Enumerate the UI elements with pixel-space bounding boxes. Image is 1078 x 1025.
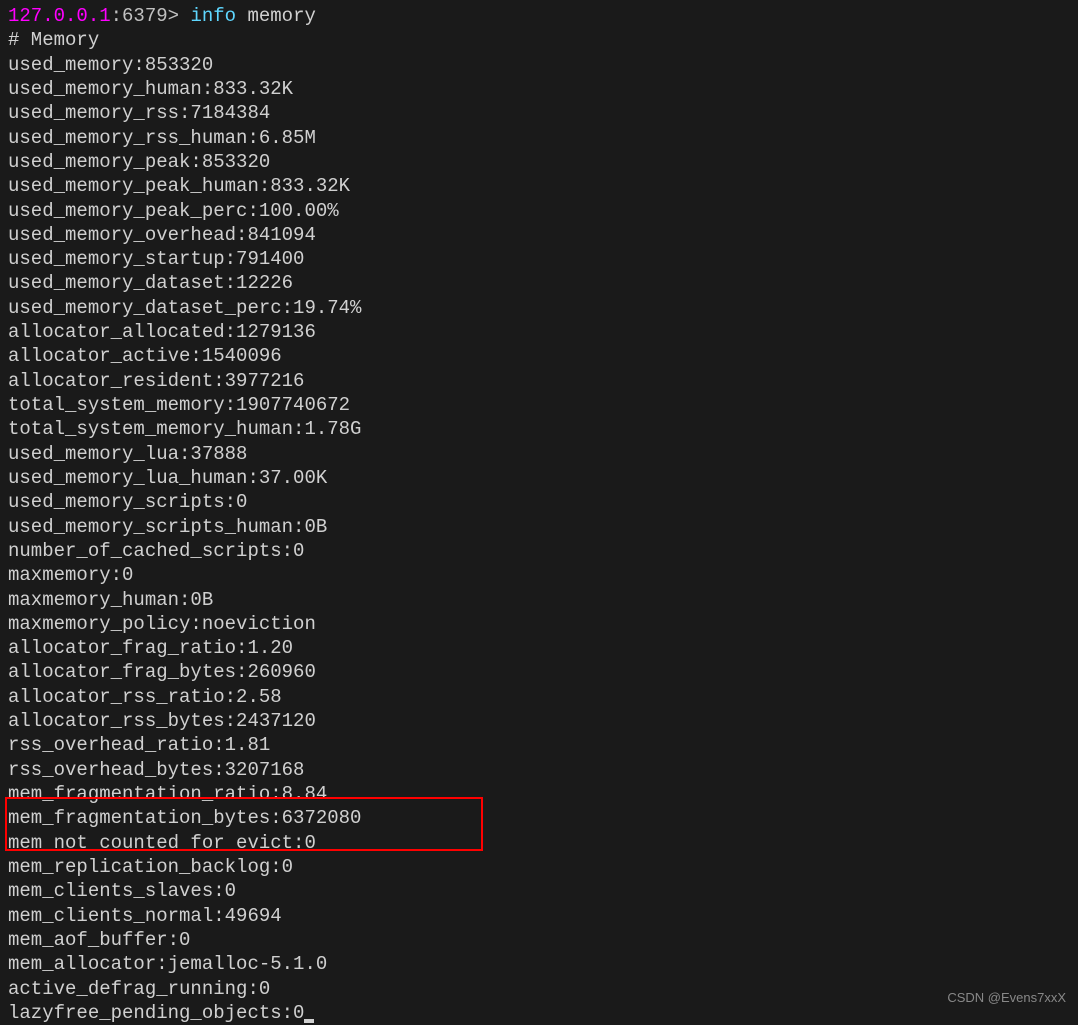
output-line: mem_fragmentation_bytes:6372080: [8, 807, 361, 829]
output-line: mem_fragmentation_ratio:8.84: [8, 783, 327, 805]
output-line: rss_overhead_bytes:3207168: [8, 759, 304, 781]
prompt-port: :6379: [111, 5, 168, 27]
output-line: used_memory_scripts:0: [8, 491, 247, 513]
command-arg: memory: [236, 5, 316, 27]
output-header: # Memory: [8, 29, 99, 51]
output-line: used_memory_rss:7184384: [8, 102, 270, 124]
output-line: used_memory:853320: [8, 54, 213, 76]
output-line: allocator_allocated:1279136: [8, 321, 316, 343]
output-line: used_memory_lua:37888: [8, 443, 247, 465]
output-line: maxmemory:0: [8, 564, 133, 586]
output-line: used_memory_dataset:12226: [8, 272, 293, 294]
output-line: maxmemory_policy:noeviction: [8, 613, 316, 635]
output-line: allocator_active:1540096: [8, 345, 282, 367]
output-line: allocator_rss_bytes:2437120: [8, 710, 316, 732]
command-name: info: [190, 5, 236, 27]
output-line: mem_clients_slaves:0: [8, 880, 236, 902]
output-line: allocator_frag_bytes:260960: [8, 661, 316, 683]
output-line: used_memory_lua_human:37.00K: [8, 467, 327, 489]
prompt-host: 127.0.0.1: [8, 5, 111, 27]
output-line: rss_overhead_ratio:1.81: [8, 734, 270, 756]
output-line: used_memory_peak_human:833.32K: [8, 175, 350, 197]
output-line: used_memory_rss_human:6.85M: [8, 127, 316, 149]
prompt-arrow: >: [168, 5, 191, 27]
output-line: mem_aof_buffer:0: [8, 929, 190, 951]
output-line: mem_replication_backlog:0: [8, 856, 293, 878]
output-line: used_memory_peak:853320: [8, 151, 270, 173]
output-line: mem_not_counted_for_evict:0: [8, 832, 316, 854]
output-line: maxmemory_human:0B: [8, 589, 213, 611]
output-line: used_memory_dataset_perc:19.74%: [8, 297, 361, 319]
output-line: allocator_resident:3977216: [8, 370, 304, 392]
output-line: mem_allocator:jemalloc-5.1.0: [8, 953, 327, 975]
output-line: total_system_memory:1907740672: [8, 394, 350, 416]
output-line: lazyfree_pending_objects:0: [8, 1002, 304, 1024]
output-line: used_memory_scripts_human:0B: [8, 516, 327, 538]
output-line: number_of_cached_scripts:0: [8, 540, 304, 562]
output-line: allocator_rss_ratio:2.58: [8, 686, 282, 708]
output-line: allocator_frag_ratio:1.20: [8, 637, 293, 659]
output-line: active_defrag_running:0: [8, 978, 270, 1000]
terminal-output[interactable]: 127.0.0.1:6379> info memory # Memory use…: [8, 4, 1070, 1025]
output-line: used_memory_peak_perc:100.00%: [8, 200, 339, 222]
watermark-text: CSDN @Evens7xxX: [947, 990, 1066, 1007]
output-line: total_system_memory_human:1.78G: [8, 418, 361, 440]
output-line: used_memory_overhead:841094: [8, 224, 316, 246]
output-line: used_memory_startup:791400: [8, 248, 304, 270]
terminal-cursor: [304, 1019, 314, 1023]
output-line: used_memory_human:833.32K: [8, 78, 293, 100]
output-line: mem_clients_normal:49694: [8, 905, 282, 927]
